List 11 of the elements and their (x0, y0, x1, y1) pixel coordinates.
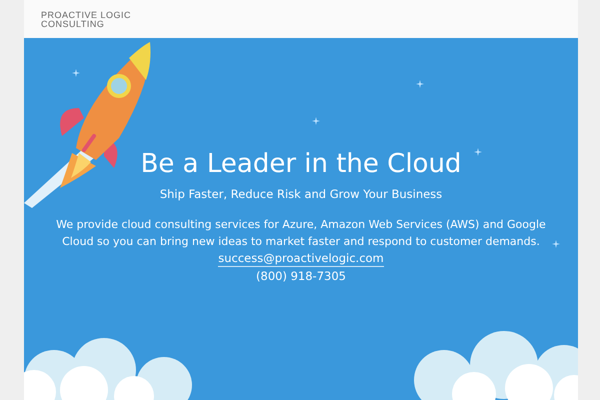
sparkle-icon (552, 240, 560, 248)
hero-tagline: Ship Faster, Reduce Risk and Grow Your Business (160, 186, 442, 202)
sparkle-icon (72, 69, 80, 77)
company-logo[interactable]: PROACTIVE LOGIC CONSULTING (41, 11, 132, 28)
sparkle-icon (416, 80, 424, 88)
sparkle-icon (474, 148, 482, 156)
sparkle-icon (312, 117, 320, 125)
phone-number: (800) 918-7305 (256, 268, 346, 284)
email-link[interactable]: success@proactivelogic.com (218, 250, 384, 267)
hero-title: Be a Leader in the Cloud (140, 148, 462, 180)
hero-description: We provide cloud consulting services for Azure, Amazon Web Services (AWS) and Google Cloud so you can bring new ideas to market faster and respond to customer demands. (55, 217, 547, 250)
